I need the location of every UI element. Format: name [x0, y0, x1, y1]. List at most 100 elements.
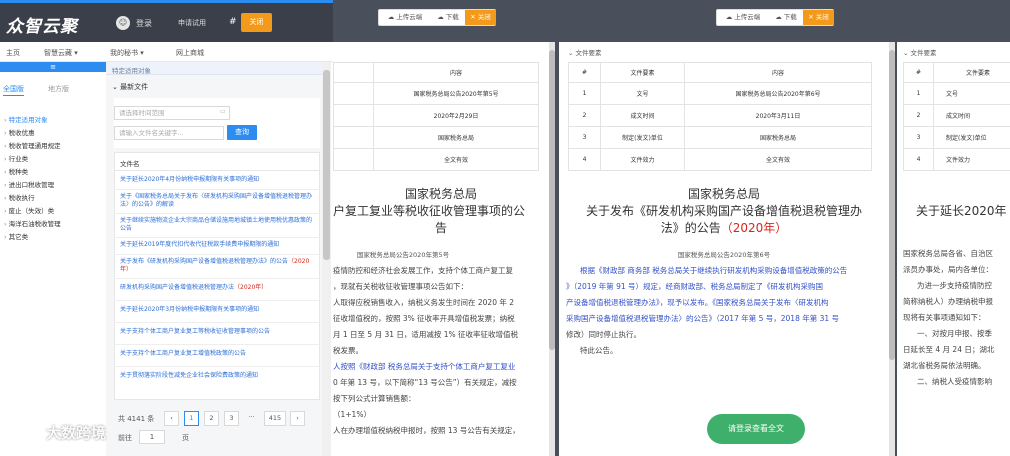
- page-button[interactable]: 3: [224, 411, 239, 426]
- document-body: 疫情防控和经济社会发展工作，支持个体工商户复工复 ，现就有关税收征收管理事项公告…: [333, 266, 520, 435]
- login-link[interactable]: 登录: [136, 18, 152, 29]
- document-title: 关于延长2020年: [916, 204, 1007, 218]
- download-button[interactable]: ☁ 下载: [769, 10, 803, 25]
- list-item[interactable]: 关于延长2020年3月份纳税申报期限有关事项的通知: [120, 306, 316, 314]
- watermark-text: 大数跨境: [46, 424, 107, 442]
- page-button[interactable]: 2: [204, 411, 219, 426]
- date-range-input[interactable]: 请选择时间范围: [114, 106, 230, 120]
- list-item[interactable]: 关于发布《研发机构采购国产设备增值税退税管理办法》的公告（2020年）: [120, 258, 316, 274]
- upload-button[interactable]: ☁ 上传云端: [719, 10, 767, 25]
- trial-link[interactable]: 申请试用: [178, 18, 206, 28]
- scrollbar-thumb[interactable]: [323, 70, 330, 260]
- nav-home[interactable]: 主页: [6, 48, 20, 58]
- cloud-upload-icon: ☁: [387, 13, 397, 21]
- close-icon: ✕: [470, 13, 478, 21]
- chevron-down-icon: ⌄: [112, 83, 121, 91]
- sidebar: ≡ 全国版 地方版 › 特定适用对象 › 税收优惠 › 税收管理通用规定 › 行业类 ›…: [0, 62, 106, 456]
- section-header[interactable]: ⌄ 文件要素: [568, 47, 602, 57]
- breadcrumb-label: 特定适用对象: [112, 67, 151, 75]
- section-header[interactable]: ⌄ 文件要素: [903, 47, 937, 57]
- chevron-right-icon: ›: [4, 220, 7, 228]
- search-button[interactable]: 查询: [227, 125, 257, 140]
- document-number: 国家税务总局公告2020年第6号: [677, 251, 771, 259]
- list-item[interactable]: 关于支持个体工商户复业复工等税收征收管理事项的公告: [120, 328, 316, 336]
- document-body: 根据《财政部 商务部 税务总局关于继续执行研发机构采购设备增值税政策的公告 》（…: [566, 266, 848, 355]
- app-panel: 众智云聚 ☺ 登录 申请试用 # 关闭 主页 智慧云藏 ▾ 我的秘书 ▾ 网上商…: [0, 0, 333, 456]
- metadata-table: 内容 国家税务总局公告2020年第5号 2020年2月29日 国家税务总局 全文…: [333, 62, 539, 171]
- tab-national[interactable]: 全国版: [3, 84, 24, 96]
- file-list-panel: 特定适用对象 ⌄ 最新文件 请选择时间范围 ▭ 请输入文件名关键字... 查询 …: [106, 62, 322, 456]
- document-toolbar: ☁ 上传云端 ☁ 下载 ✕ 关闭: [716, 9, 834, 26]
- list-item[interactable]: 研发机构采购国产设备增值税退税管理办法（2020年）: [120, 284, 316, 292]
- hash-icon[interactable]: #: [229, 17, 237, 27]
- list-item[interactable]: 关于延长2020年4月份纳税申报期限有关事项的通知: [120, 176, 316, 184]
- top-bar: 众智云聚 ☺ 登录 申请试用 # 关闭: [0, 0, 333, 42]
- page-ellipsis: ···: [248, 413, 255, 421]
- scrollbar-thumb[interactable]: [889, 50, 895, 360]
- sidebar-item[interactable]: › 废止（失效）类: [4, 205, 54, 215]
- scrollbar-thumb[interactable]: [549, 50, 555, 350]
- metadata-table: # 文件要素 1 文号 2 成文时间 3 制定(发文)单位 4 文件效力: [903, 62, 1010, 171]
- sidebar-toggle[interactable]: ≡: [0, 62, 106, 72]
- tab-local[interactable]: 地方版: [48, 84, 69, 94]
- cloud-upload-icon: ☁: [725, 13, 735, 21]
- close-button[interactable]: 关闭: [241, 13, 272, 32]
- divider: [114, 170, 320, 171]
- chevron-right-icon: ›: [4, 116, 7, 124]
- document-number: 国家税务总局公告2020年第5号: [356, 251, 450, 259]
- sidebar-item[interactable]: › 税收执行: [4, 192, 35, 202]
- page-button[interactable]: 1: [184, 411, 199, 426]
- search-input[interactable]: 请输入文件名关键字...: [114, 126, 224, 140]
- list-item[interactable]: 关于继续实施物流企业大宗商品仓储设施用地城镇土地使用税优惠政策的公告: [120, 217, 316, 233]
- document-title: 国家税务总局 关于发布《研发机构采购国产设备增值税退税管理办 法》的公告（202…: [585, 187, 862, 235]
- goto-page-input[interactable]: 1: [139, 430, 165, 444]
- nav-online-store[interactable]: 网上商城: [176, 48, 204, 58]
- total-count: 共 4141 条: [118, 415, 155, 423]
- sidebar-item[interactable]: › 税收优惠: [4, 127, 35, 137]
- main-nav: 主页 智慧云藏 ▾ 我的秘书 ▾ 网上商城: [0, 42, 333, 62]
- goto-label: 前往: [118, 434, 132, 442]
- prev-page-button[interactable]: ‹: [164, 411, 179, 426]
- chevron-right-icon: ›: [4, 194, 7, 202]
- chevron-right-icon: ›: [4, 142, 7, 150]
- list-item[interactable]: 关于延长2019年度代扣代收代征税款手续费申报期限的通知: [120, 241, 316, 249]
- upload-button[interactable]: ☁ 上传云端: [381, 10, 429, 25]
- page-button[interactable]: 415: [264, 411, 286, 426]
- login-to-view-button[interactable]: 请登录查看全文: [707, 414, 805, 444]
- app-logo[interactable]: 众智云聚: [6, 12, 78, 37]
- table-header: 文件名: [120, 160, 140, 168]
- close-button[interactable]: ✕ 关闭: [465, 10, 496, 25]
- calendar-icon: ▭: [220, 108, 226, 115]
- document-title: 国家税务总局 户复工复业等税收征收管理事项的公 告: [333, 187, 526, 235]
- sidebar-item[interactable]: › 海洋石油税收管理: [4, 218, 61, 228]
- next-page-button[interactable]: ›: [290, 411, 305, 426]
- breadcrumb: 特定适用对象: [106, 62, 322, 75]
- document-toolbar: ☁ 上传云端 ☁ 下载 ✕ 关闭: [378, 9, 496, 26]
- user-icon[interactable]: ☺: [116, 16, 130, 30]
- close-icon: ✕: [808, 13, 816, 21]
- close-button[interactable]: ✕ 关闭: [803, 10, 834, 25]
- list-item[interactable]: 关于贯彻落实阶段性减免企业社会保险费政策的通知: [120, 372, 316, 380]
- sidebar-item[interactable]: › 其它类: [4, 231, 28, 241]
- chevron-down-icon: ⌄: [903, 49, 911, 57]
- sidebar-item[interactable]: › 进出口税收管理: [4, 179, 54, 189]
- list-item[interactable]: 关于支持个体工商户复业复工增值税政策的公告: [120, 350, 316, 358]
- goto-unit: 页: [182, 434, 189, 442]
- sidebar-item[interactable]: › 特定适用对象: [4, 114, 48, 124]
- cloud-download-icon: ☁: [437, 13, 446, 21]
- sidebar-item[interactable]: › 税收管理通用规定: [4, 140, 61, 150]
- nav-smart-cloud[interactable]: 智慧云藏 ▾: [44, 48, 78, 58]
- sidebar-item[interactable]: › 行业类: [4, 153, 28, 163]
- document-body: 国家税务总局各省、自治区 派员办事处，局内各单位： 为进一步支持疫情防控 简称纳…: [903, 249, 995, 386]
- download-button[interactable]: ☁ 下载: [431, 10, 465, 25]
- chevron-right-icon: ›: [4, 129, 7, 137]
- list-item[interactable]: 关于《国家税务总局关于发布〈研发机构采购国产设备增值税退税管理办法〉的公告》的解…: [120, 193, 316, 209]
- metadata-table: # 文件要素 内容 1 文号 国家税务总局公告2020年第6号 2 成文时间 2020年3月…: [568, 62, 872, 171]
- chevron-right-icon: ›: [4, 181, 7, 189]
- panel-title[interactable]: ⌄ 最新文件: [112, 82, 148, 92]
- chevron-right-icon: ›: [4, 168, 7, 176]
- nav-my-secretary[interactable]: 我的秘书 ▾: [110, 48, 144, 58]
- chevron-right-icon: ›: [4, 233, 7, 241]
- chevron-down-icon: ⌄: [568, 49, 576, 57]
- sidebar-item[interactable]: › 税种类: [4, 166, 28, 176]
